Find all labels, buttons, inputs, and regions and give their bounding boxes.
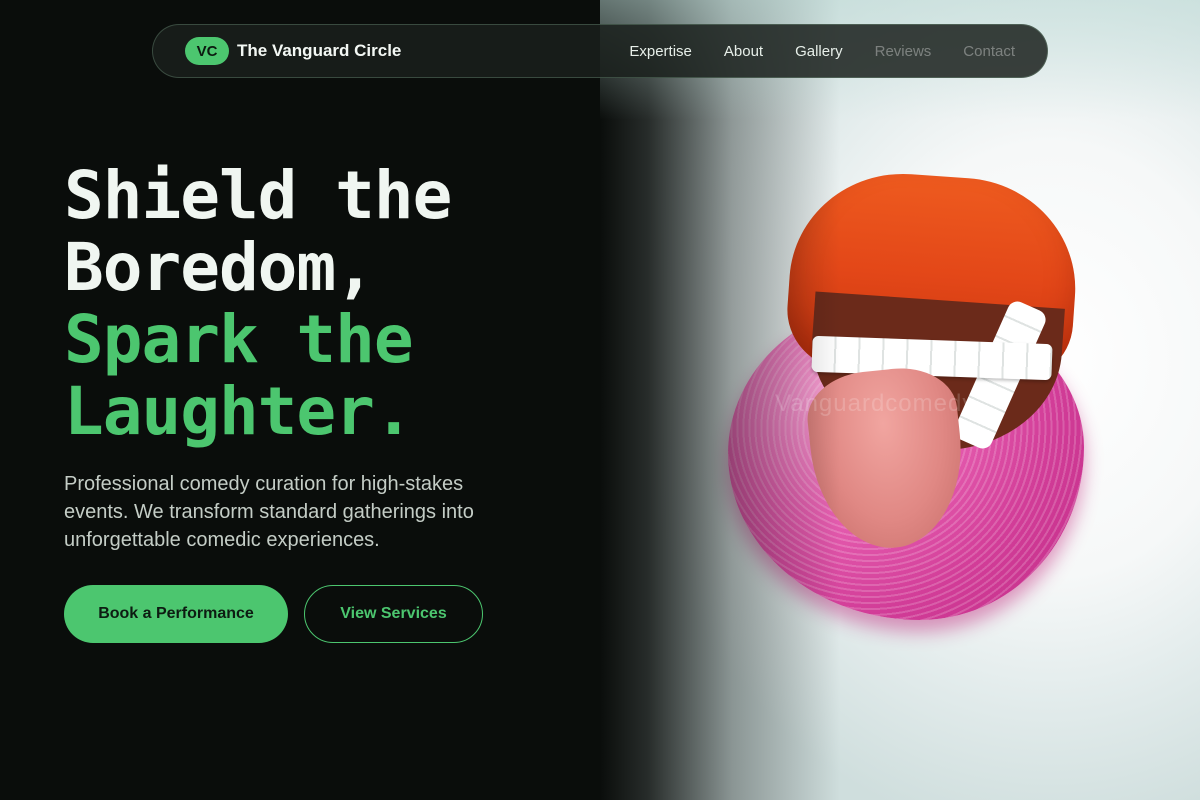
logo-badge[interactable]: VC bbox=[185, 37, 229, 65]
hero-subtitle: Professional comedy curation for high-st… bbox=[64, 473, 474, 551]
pink-sponge-shape bbox=[728, 300, 1084, 620]
image-watermark: Vanguardcomedy bbox=[775, 390, 976, 417]
headline-line-4: Laughter. bbox=[64, 373, 414, 450]
nav-link-reviews[interactable]: Reviews bbox=[875, 43, 932, 60]
nav-link-gallery[interactable]: Gallery bbox=[795, 43, 843, 60]
book-performance-button[interactable]: Book a Performance bbox=[64, 585, 288, 643]
toy-teeth-gums bbox=[783, 166, 1083, 386]
top-navbar: VC The Vanguard Circle Expertise About G… bbox=[152, 24, 1048, 78]
nav-link-expertise[interactable]: Expertise bbox=[629, 43, 692, 60]
nav-link-contact[interactable]: Contact bbox=[963, 43, 1015, 60]
headline-line-3: Spark the bbox=[64, 301, 414, 378]
hero-image: Vanguardcomedy bbox=[600, 0, 1200, 800]
toy-teeth-side bbox=[951, 298, 1049, 452]
nav-link-about[interactable]: About bbox=[724, 43, 763, 60]
headline-line-2: Boredom, bbox=[64, 229, 375, 306]
brand-name[interactable]: The Vanguard Circle bbox=[237, 41, 401, 61]
toy-teeth-mouth bbox=[805, 291, 1065, 459]
headline-line-1: Shield the bbox=[64, 157, 452, 234]
hero-headline: Shield the Boredom, Spark the Laughter. bbox=[64, 157, 452, 450]
toy-teeth-front bbox=[811, 335, 1053, 381]
view-services-button[interactable]: View Services bbox=[304, 585, 483, 643]
nav-links: Expertise About Gallery Reviews Contact bbox=[597, 43, 1015, 60]
